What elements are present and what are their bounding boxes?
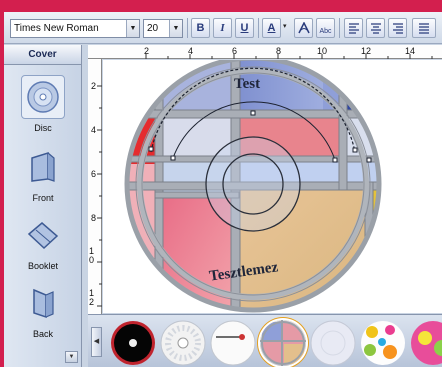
- pink-yellow-disc-template[interactable]: [410, 320, 442, 366]
- text-style-button[interactable]: Abc: [316, 18, 335, 38]
- curved-text-icon: [297, 22, 310, 34]
- ruler-number: 4: [188, 46, 194, 56]
- bold-button[interactable]: B: [191, 18, 210, 38]
- black-disc-template[interactable]: [110, 320, 156, 366]
- align-right-button[interactable]: [388, 18, 407, 38]
- justify-button[interactable]: [412, 18, 436, 38]
- justify-icon: [419, 23, 429, 34]
- ruler-number: 2: [91, 81, 97, 91]
- cover-tab[interactable]: Cover: [4, 45, 81, 65]
- ruler-number: 10: [317, 46, 328, 56]
- font-name-value: Times New Roman: [14, 23, 99, 34]
- colorful-dots-disc-template[interactable]: [360, 320, 406, 366]
- abc-label: Abc: [319, 28, 332, 35]
- sidebar-item-back[interactable]: Back: [4, 281, 82, 339]
- align-left-icon: [348, 23, 359, 34]
- ruler-number: 6: [91, 169, 97, 179]
- plain-silver-disc-template[interactable]: [310, 320, 356, 366]
- align-right-icon: [392, 23, 403, 34]
- chevron-down-icon[interactable]: ▼: [126, 20, 139, 37]
- font-color-dropdown-icon[interactable]: ▾: [283, 22, 287, 30]
- align-left-button[interactable]: [344, 18, 363, 38]
- text-effect-button[interactable]: [294, 18, 313, 38]
- toolbar-separator: [339, 18, 340, 38]
- ruler-number: 12: [361, 46, 372, 56]
- toolbar-separator: [187, 18, 188, 38]
- ruler-number: 8: [91, 213, 97, 223]
- ruler-number: 4: [91, 125, 97, 135]
- ruler-number: 14: [405, 46, 416, 56]
- booklet-icon: [21, 213, 65, 257]
- cover-sidebar: Cover Disc Front Booklet Back ▼: [4, 45, 82, 367]
- sidebar-item-front[interactable]: Front: [4, 145, 82, 203]
- toolbar-separator: [258, 18, 259, 38]
- font-size-value: 20: [147, 23, 159, 34]
- align-center-icon: [370, 23, 381, 34]
- disc-icon: [21, 75, 65, 119]
- italic-button[interactable]: I: [213, 18, 232, 38]
- sidebar-item-label: Booklet: [27, 261, 59, 271]
- sidebar-item-disc[interactable]: Disc: [4, 75, 82, 133]
- underline-button[interactable]: U: [235, 18, 254, 38]
- design-canvas[interactable]: Test Tesztlemez: [103, 60, 442, 313]
- sidebar-item-booklet[interactable]: Booklet: [4, 213, 82, 271]
- ruler-ticks: [145, 54, 433, 59]
- font-name-dropdown[interactable]: Times New Roman ▼: [10, 19, 140, 38]
- template-strip: ◀: [88, 314, 442, 367]
- ruler-number: 2: [144, 46, 150, 56]
- align-center-button[interactable]: [366, 18, 385, 38]
- ruler-number: 12: [89, 288, 95, 307]
- sidebar-item-label: Front: [32, 193, 54, 203]
- text-formatting-toolbar: Times New Roman ▼ 20 ▼ B I U A ▾ Abc: [4, 12, 442, 44]
- front-cover-icon: [21, 145, 65, 189]
- app-window: Times New Roman ▼ 20 ▼ B I U A ▾ Abc Cov…: [4, 12, 442, 367]
- flower-disc-template[interactable]: [160, 320, 206, 366]
- back-cover-icon: [21, 281, 65, 325]
- disc-top-text[interactable]: Test: [234, 76, 260, 93]
- ruler-number: 6: [232, 46, 238, 56]
- stained-glass-disc-template[interactable]: [260, 320, 306, 366]
- font-color-label: A: [267, 22, 276, 34]
- white-key-disc-template[interactable]: [210, 320, 256, 366]
- ruler-number: 8: [276, 46, 282, 56]
- sidebar-item-label: Back: [32, 329, 53, 339]
- strip-scroll-left-button[interactable]: ◀: [91, 327, 102, 357]
- ruler-number: 10: [89, 246, 95, 265]
- sidebar-scroll-down-button[interactable]: ▼: [65, 351, 78, 363]
- ruler-ticks: [97, 85, 102, 307]
- chevron-down-icon[interactable]: ▼: [169, 20, 182, 37]
- font-size-dropdown[interactable]: 20 ▼: [143, 19, 183, 38]
- vertical-ruler: 2 4 6 8 10 12: [88, 59, 102, 314]
- sidebar-item-label: Disc: [34, 123, 52, 133]
- horizontal-ruler: 2 4 6 8 10 12 14: [88, 45, 442, 59]
- font-color-button[interactable]: A: [262, 18, 281, 38]
